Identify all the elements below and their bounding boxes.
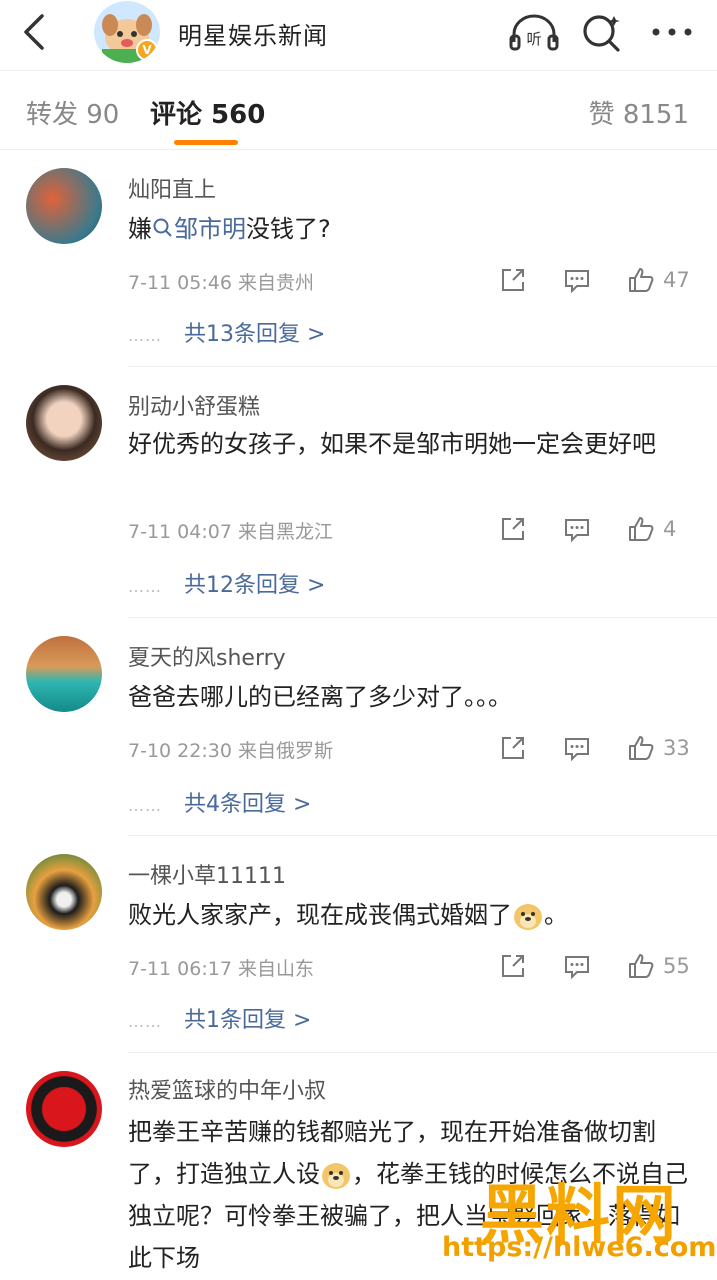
like-count: 47 (663, 268, 690, 292)
comment-username[interactable]: 夏天的风sherry (128, 640, 286, 672)
comment-icon[interactable] (563, 266, 591, 294)
thumbs-up-icon[interactable] (627, 734, 655, 762)
comment-text: 好优秀的女孩子，如果不是邹市明她一定会更好吧 (128, 430, 656, 458)
account-avatar[interactable]: V (94, 1, 160, 63)
comment-meta: 7-11 05:46 来自贵州 (128, 272, 314, 294)
share-icon[interactable] (499, 515, 527, 543)
topic-mention[interactable]: 邹市明 (152, 215, 246, 243)
comment-icon[interactable] (563, 734, 591, 762)
share-icon[interactable] (499, 952, 527, 980)
account-name[interactable]: 明星娱乐新闻 (178, 16, 328, 51)
comment-actions: 55 (499, 950, 691, 982)
thumbs-up-icon[interactable] (627, 515, 655, 543)
active-tab-indicator (174, 140, 238, 145)
svg-text:听: 听 (526, 30, 541, 48)
search-icon[interactable] (580, 12, 624, 52)
comment-meta: 7-11 04:07 来自黑龙江 (128, 521, 333, 543)
like-count: 33 (663, 736, 690, 760)
like-count: 55 (663, 954, 690, 978)
comment-username[interactable]: 热爱篮球的中年小叔 (128, 1073, 326, 1105)
divider (128, 1052, 717, 1053)
top-bar: V 明星娱乐新闻 听 (0, 0, 717, 66)
view-replies-link[interactable]: …… 共12条回复 > (128, 567, 325, 599)
user-avatar[interactable] (26, 385, 102, 461)
tab-bar: 转发 90 评论 560 赞 8151 (0, 72, 717, 150)
view-replies-link[interactable]: …… 共4条回复 > (128, 786, 311, 818)
comment-text: 爸爸去哪儿的已经离了多少对了。。。 (128, 683, 512, 711)
comment-username[interactable]: 别动小舒蛋糕 (128, 389, 260, 421)
more-options-icon[interactable] (648, 12, 696, 52)
user-avatar[interactable] (26, 636, 102, 712)
search-icon (153, 218, 172, 237)
thumbs-up-icon[interactable] (627, 266, 655, 294)
comment-icon[interactable] (563, 952, 591, 980)
user-avatar[interactable] (26, 168, 102, 244)
comment-meta: 7-10 22:30 来自俄罗斯 (128, 740, 333, 762)
verified-badge: V (136, 39, 158, 61)
thumbs-up-icon[interactable] (627, 952, 655, 980)
watermark-url: https://hlwe6.com (442, 1232, 717, 1263)
headphones-listen-icon[interactable]: 听 (508, 12, 560, 52)
divider (128, 617, 717, 618)
tab-comments[interactable]: 评论 560 (150, 94, 265, 131)
comment-actions: 47 (499, 264, 691, 296)
comment-username[interactable]: 灿阳直上 (128, 172, 216, 204)
tab-likes[interactable]: 赞 8151 (589, 94, 689, 131)
comment-username[interactable]: 一棵小草11111 (128, 858, 286, 890)
share-icon[interactable] (499, 734, 527, 762)
divider (0, 70, 717, 71)
doge-emoji-icon (322, 1163, 350, 1189)
comment-icon[interactable] (563, 515, 591, 543)
share-icon[interactable] (499, 266, 527, 294)
tab-repost[interactable]: 转发 90 (26, 94, 119, 131)
back-arrow-icon[interactable] (18, 12, 52, 52)
divider (128, 366, 717, 367)
user-avatar[interactable] (26, 1071, 102, 1147)
divider (128, 835, 717, 836)
watermark-overlay: 黑料网 https://hlwe6.com (420, 1160, 717, 1280)
comment-text: 败光人家家产，现在成丧偶式婚姻了。 (128, 901, 568, 930)
comment-text: 嫌邹市明没钱了? (128, 215, 331, 243)
doge-emoji-icon (514, 904, 542, 930)
comment-actions: 33 (499, 732, 691, 764)
comment-meta: 7-11 06:17 来自山东 (128, 958, 314, 980)
view-replies-link[interactable]: …… 共13条回复 > (128, 316, 325, 348)
like-count: 4 (663, 517, 677, 541)
user-avatar[interactable] (26, 854, 102, 930)
view-replies-link[interactable]: …… 共1条回复 > (128, 1002, 311, 1034)
comment-actions: 4 (499, 513, 691, 545)
